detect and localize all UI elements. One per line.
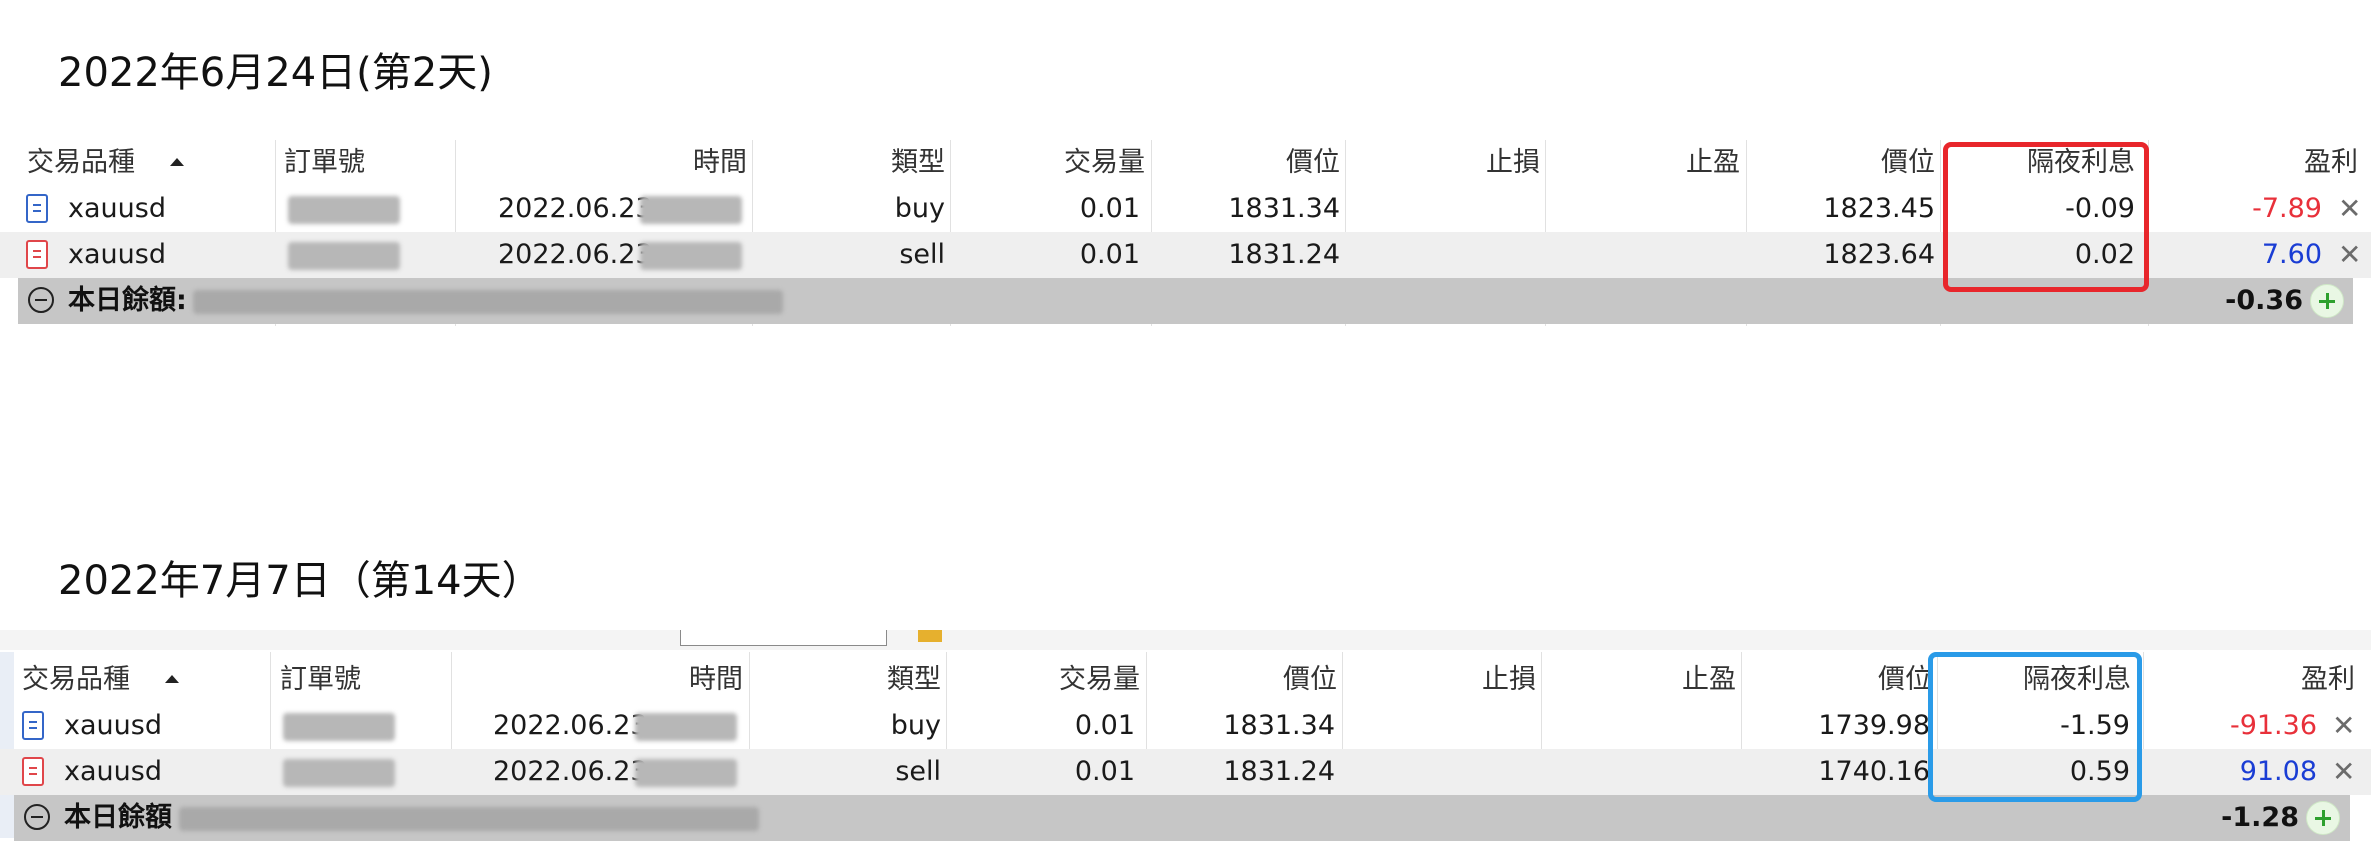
cell-sl — [1355, 232, 1540, 278]
toolbar-strip — [0, 630, 2371, 650]
cell-time: 2022.06.23 — [498, 239, 653, 270]
sort-up-icon — [170, 158, 184, 166]
redacted-time — [635, 713, 737, 741]
column-header-profit[interactable]: 盈利 — [2150, 140, 2358, 186]
cell-open-price: 1831.24 — [1228, 239, 1340, 270]
cell-type: buy — [894, 193, 945, 224]
redacted-ticket — [288, 196, 400, 224]
document-red-icon — [26, 240, 48, 269]
close-icon[interactable]: ✕ — [2338, 186, 2361, 232]
section-title: 2022年7月7日（第14天） — [58, 558, 542, 604]
column-header-ticket[interactable]: 訂單號 — [280, 657, 361, 703]
column-header-symbol[interactable]: 交易品種 — [27, 140, 135, 186]
summary-label: 本日餘額: — [68, 285, 187, 316]
plus-circle-icon[interactable] — [2310, 284, 2344, 318]
redacted-time — [635, 759, 737, 787]
cell-type: buy — [890, 710, 941, 741]
cell-price: 1739.98 — [1818, 710, 1930, 741]
column-header-open-price[interactable]: 價位 — [1160, 140, 1340, 186]
cell-time: 2022.06.23 — [493, 710, 648, 741]
cell-volume: 0.01 — [1079, 239, 1140, 270]
column-header-volume[interactable]: 交易量 — [960, 140, 1145, 186]
column-header-symbol[interactable]: 交易品種 — [22, 657, 130, 703]
cell-volume: 0.01 — [1079, 193, 1140, 224]
column-header-type[interactable]: 類型 — [755, 657, 941, 703]
minus-circle-icon[interactable] — [24, 804, 50, 830]
cell-open-price: 1831.34 — [1228, 193, 1340, 224]
cell-volume: 0.01 — [1074, 756, 1135, 787]
column-header-profit[interactable]: 盈利 — [2145, 657, 2355, 703]
column-header-time[interactable]: 時間 — [455, 657, 743, 703]
cell-open-price: 1831.34 — [1223, 710, 1335, 741]
cell-sl — [1355, 186, 1540, 232]
folder-icon — [918, 630, 942, 642]
close-icon[interactable]: ✕ — [2338, 232, 2361, 278]
cell-open-price: 1831.24 — [1223, 756, 1335, 787]
column-header-tp[interactable]: 止盈 — [1555, 140, 1740, 186]
cell-volume: 0.01 — [1074, 710, 1135, 741]
swap-column-highlight — [1928, 652, 2142, 802]
summary-total: -0.36 — [2225, 285, 2303, 316]
cell-type: sell — [895, 756, 941, 787]
trade-table: 交易品種 訂單號 時間 類型 交易量 價位 止損 止盈 價位 隔夜利息 盈利 x… — [0, 140, 2371, 330]
cell-profit: 7.60 — [2261, 239, 2322, 270]
cell-symbol: xauusd — [64, 710, 162, 741]
section-title: 2022年6月24日(第2天) — [58, 50, 493, 96]
column-header-price[interactable]: 價位 — [1755, 140, 1935, 186]
cell-price: 1823.45 — [1823, 193, 1935, 224]
column-header-ticket[interactable]: 訂單號 — [284, 140, 365, 186]
sort-up-icon — [165, 675, 179, 683]
swap-column-highlight — [1943, 142, 2149, 292]
document-blue-icon — [26, 194, 48, 223]
close-icon[interactable]: ✕ — [2332, 749, 2355, 795]
cell-sl — [1350, 749, 1536, 795]
cell-symbol: xauusd — [64, 756, 162, 787]
cell-profit: 91.08 — [2239, 756, 2317, 787]
cell-price: 1823.64 — [1823, 239, 1935, 270]
cell-price: 1740.16 — [1818, 756, 1930, 787]
close-icon[interactable]: ✕ — [2332, 703, 2355, 749]
cell-symbol: xauusd — [68, 239, 166, 270]
cell-sl — [1350, 703, 1536, 749]
redacted-summary — [179, 807, 759, 831]
cell-tp — [1550, 703, 1736, 749]
trade-table: 交易品種 訂單號 時間 類型 交易量 價位 止損 止盈 價位 隔夜利息 盈利 x… — [0, 652, 2371, 852]
column-header-open-price[interactable]: 價位 — [1155, 657, 1337, 703]
redacted-ticket — [288, 242, 400, 270]
cell-tp — [1555, 186, 1740, 232]
column-header-volume[interactable]: 交易量 — [955, 657, 1140, 703]
summary-label: 本日餘額 — [64, 802, 172, 833]
toolbar-field[interactable] — [680, 630, 887, 646]
column-header-tp[interactable]: 止盈 — [1550, 657, 1736, 703]
document-red-icon — [22, 757, 44, 786]
column-header-price[interactable]: 價位 — [1750, 657, 1932, 703]
cell-tp — [1550, 749, 1736, 795]
redacted-ticket — [283, 759, 395, 787]
cell-profit: -7.89 — [2252, 193, 2322, 224]
cell-time: 2022.06.23 — [498, 193, 653, 224]
plus-circle-icon[interactable] — [2306, 801, 2340, 835]
redacted-time — [640, 196, 742, 224]
summary-total: -1.28 — [2221, 802, 2299, 833]
cell-time: 2022.06.23 — [493, 756, 648, 787]
column-header-sl[interactable]: 止損 — [1355, 140, 1540, 186]
column-header-time[interactable]: 時間 — [460, 140, 747, 186]
redacted-time — [640, 242, 742, 270]
cell-type: sell — [899, 239, 945, 270]
cell-tp — [1555, 232, 1740, 278]
redacted-summary — [193, 290, 783, 314]
column-header-type[interactable]: 類型 — [760, 140, 945, 186]
cell-symbol: xauusd — [68, 193, 166, 224]
column-header-sl[interactable]: 止損 — [1350, 657, 1536, 703]
minus-circle-icon[interactable] — [28, 287, 54, 313]
cell-profit: -91.36 — [2229, 710, 2317, 741]
redacted-ticket — [283, 713, 395, 741]
document-blue-icon — [22, 711, 44, 740]
